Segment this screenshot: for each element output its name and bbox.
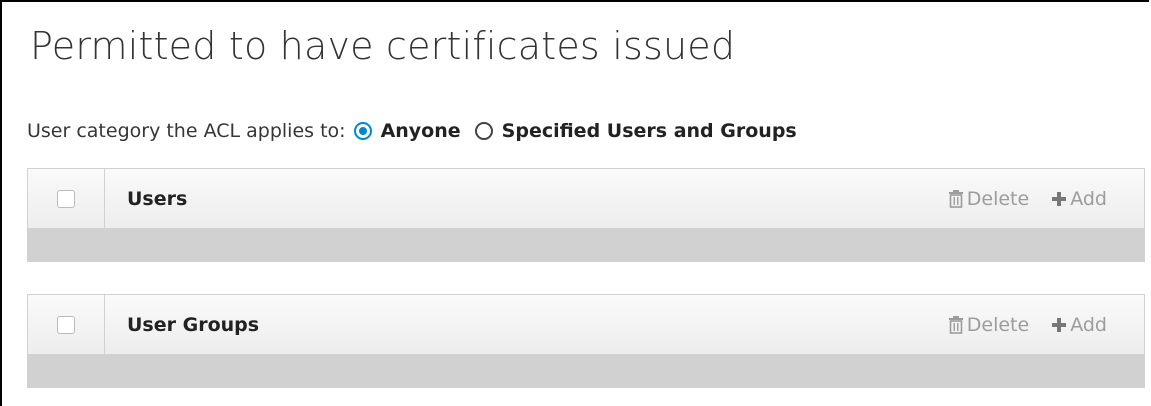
radio-label-specified[interactable]: Specified Users and Groups [502, 120, 797, 142]
users-column-header: Users [127, 187, 188, 210]
users-select-all-cell [28, 169, 105, 228]
users-delete-label: Delete [966, 187, 1030, 210]
users-table-header: Users Delete Add [28, 169, 1144, 229]
user-groups-add-button[interactable]: Add [1051, 314, 1107, 336]
user-groups-table-empty-row [28, 355, 1144, 387]
radio-option-specified[interactable]: Specified Users and Groups [474, 120, 797, 142]
users-delete-button[interactable]: Delete [948, 188, 1029, 210]
radio-button-anyone[interactable] [353, 122, 372, 140]
radio-option-anyone[interactable]: Anyone [353, 120, 461, 142]
radio-button-specified[interactable] [474, 122, 493, 140]
user-groups-select-all-checkbox[interactable] [57, 315, 75, 334]
user-groups-delete-label: Delete [966, 313, 1030, 336]
users-table: Users Delete Add [27, 168, 1145, 262]
radio-label-anyone[interactable]: Anyone [381, 120, 461, 142]
page-title: Permitted to have certificates issued [30, 24, 736, 68]
users-table-empty-row [28, 229, 1144, 261]
user-category-label: User category the ACL applies to: [27, 120, 346, 142]
user-groups-table-header: User Groups Delete Add [28, 295, 1144, 355]
user-category-selector: User category the ACL applies to: Anyone… [27, 118, 811, 144]
trash-icon [948, 189, 964, 208]
users-add-label: Add [1070, 187, 1107, 210]
users-add-button[interactable]: Add [1051, 188, 1107, 210]
users-actions: Delete Add [948, 169, 1144, 228]
user-groups-select-all-cell [28, 295, 105, 354]
user-groups-column-header: User Groups [127, 313, 260, 336]
user-groups-add-label: Add [1070, 313, 1107, 336]
user-groups-delete-button[interactable]: Delete [948, 314, 1029, 336]
users-select-all-checkbox[interactable] [57, 189, 75, 208]
plus-icon [1051, 317, 1067, 333]
user-groups-table: User Groups Delete Add [27, 294, 1145, 388]
user-groups-actions: Delete Add [948, 295, 1144, 354]
plus-icon [1051, 191, 1067, 207]
trash-icon [948, 315, 964, 334]
